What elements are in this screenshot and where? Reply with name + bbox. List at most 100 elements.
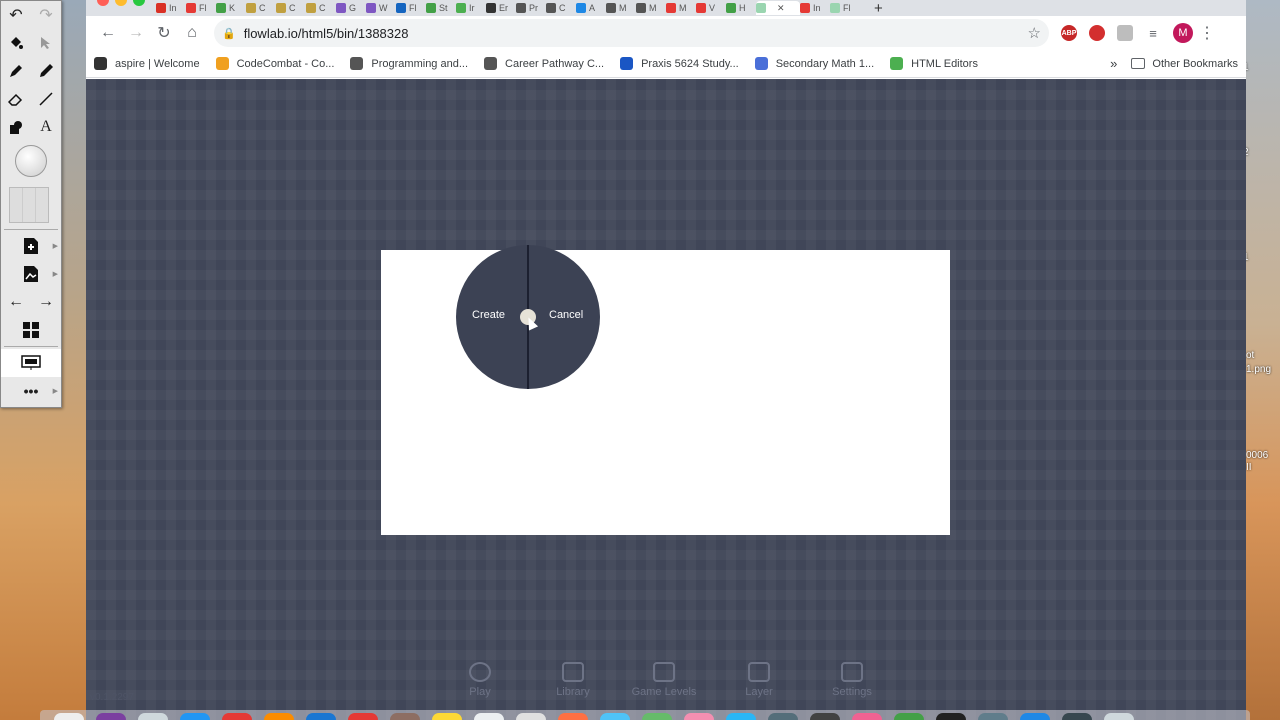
pattern-swatches[interactable] (9, 187, 49, 223)
browser-tab[interactable]: C (306, 1, 336, 15)
browser-tab[interactable]: A (576, 1, 606, 15)
browser-tab[interactable]: V (696, 1, 726, 15)
menu-icon[interactable]: ⋮ (1193, 19, 1221, 47)
dock-app-icon[interactable] (54, 713, 84, 720)
more-tools-button[interactable]: ••• ▶ (1, 377, 61, 405)
avatar[interactable]: M (1173, 23, 1193, 43)
dock-app-icon[interactable] (810, 713, 840, 720)
browser-tab[interactable]: C (276, 1, 306, 15)
reload-icon[interactable]: ↻ (150, 19, 178, 47)
url-text[interactable]: flowlab.io/html5/bin/1388328 (244, 26, 409, 41)
back-icon[interactable]: ← (94, 19, 122, 47)
play-button[interactable]: Play (440, 662, 520, 698)
shield-extension-icon[interactable] (1089, 25, 1105, 41)
dock-app-icon[interactable] (222, 713, 252, 720)
browser-tab[interactable]: Ir (456, 1, 486, 15)
browser-tab[interactable]: M (636, 1, 666, 15)
dock-app-icon[interactable] (600, 713, 630, 720)
adblock-extension-icon[interactable]: ABP (1061, 25, 1077, 41)
settings-button[interactable]: Settings (812, 662, 892, 698)
create-button[interactable]: Create (472, 309, 505, 321)
browser-tab[interactable]: Fl (396, 1, 426, 15)
dock-app-icon[interactable] (138, 713, 168, 720)
dock-app-icon[interactable] (96, 713, 126, 720)
dock-app-icon[interactable] (936, 713, 966, 720)
pencil-icon[interactable] (4, 59, 28, 83)
layer-button[interactable]: Layer (719, 662, 799, 698)
close-tab-icon[interactable]: ✕ (777, 3, 785, 14)
forward-icon[interactable]: → (122, 19, 150, 47)
grid-extension-icon[interactable] (1117, 25, 1133, 41)
browser-tab[interactable]: K (216, 1, 246, 15)
browser-tab[interactable]: Fl (830, 1, 860, 15)
address-bar[interactable]: 🔒 flowlab.io/html5/bin/1388328 ☆ (214, 19, 1049, 47)
dock-app-icon[interactable] (852, 713, 882, 720)
cancel-button[interactable]: Cancel (549, 309, 583, 321)
browser-tab[interactable]: Er (486, 1, 516, 15)
bookmark-item[interactable]: HTML Editors (890, 57, 978, 70)
undo-icon[interactable]: ↶ (4, 3, 28, 27)
new-sprite-button[interactable]: ▶ (1, 232, 61, 260)
bookmark-star-icon[interactable]: ☆ (1028, 24, 1041, 42)
browser-tab[interactable]: In (800, 1, 830, 15)
desktop-file-label[interactable]: ot (1246, 350, 1254, 361)
dock-app-icon[interactable] (306, 713, 336, 720)
browser-tab[interactable]: M (606, 1, 636, 15)
dock-app-icon[interactable] (390, 713, 420, 720)
browser-tab[interactable]: M (666, 1, 696, 15)
desktop-file-label[interactable]: 1.png (1246, 364, 1271, 375)
shape-tool-icon[interactable] (4, 115, 28, 139)
dock-app-icon[interactable] (516, 713, 546, 720)
dock-app-icon[interactable] (642, 713, 672, 720)
dock-app-icon[interactable] (432, 713, 462, 720)
dock-app-icon[interactable] (1062, 713, 1092, 720)
import-image-button[interactable]: ▶ (1, 260, 61, 288)
bookmark-item[interactable]: aspire | Welcome (94, 57, 200, 70)
dock-app-icon[interactable] (558, 713, 588, 720)
media-icon[interactable]: ≡ (1145, 25, 1161, 41)
fill-bucket-icon[interactable] (4, 31, 28, 55)
brush-icon[interactable] (34, 59, 58, 83)
desktop-file-label[interactable]: II (1246, 462, 1252, 473)
browser-tab[interactable]: C (546, 1, 576, 15)
grid-view-button[interactable] (1, 316, 61, 344)
dock-app-icon[interactable] (768, 713, 798, 720)
home-icon[interactable]: ⌂ (178, 19, 206, 47)
bookmarks-overflow-icon[interactable]: » (1110, 56, 1117, 71)
dock-app-icon[interactable] (978, 713, 1008, 720)
browser-tab[interactable]: H (726, 1, 756, 15)
library-button[interactable]: Library (533, 662, 613, 698)
dock-app-icon[interactable] (180, 713, 210, 720)
select-arrow-icon[interactable] (34, 31, 58, 55)
desktop-file-label[interactable]: 0006 (1246, 450, 1268, 461)
browser-tab[interactable]: G (336, 1, 366, 15)
redo-icon[interactable]: ↷ (34, 3, 58, 27)
browser-tab[interactable]: In (156, 1, 186, 15)
browser-tab[interactable]: St (426, 1, 456, 15)
other-bookmarks[interactable]: Other Bookmarks (1131, 58, 1238, 70)
screen-view-button[interactable] (1, 349, 61, 377)
browser-tab[interactable]: ✕ (756, 1, 800, 15)
browser-tab[interactable]: Pr (516, 1, 546, 15)
bookmark-item[interactable]: Secondary Math 1... (754, 57, 874, 70)
dock-app-icon[interactable] (894, 713, 924, 720)
browser-tab[interactable]: C (246, 1, 276, 15)
dock-app-icon[interactable] (264, 713, 294, 720)
arrow-left-icon[interactable]: ← (4, 290, 28, 314)
new-tab-icon[interactable]: + (874, 0, 883, 16)
dock-app-icon[interactable] (684, 713, 714, 720)
dock-app-icon[interactable] (348, 713, 378, 720)
dock-app-icon[interactable] (726, 713, 756, 720)
dock-app-icon[interactable] (474, 713, 504, 720)
bookmark-item[interactable]: Praxis 5624 Study... (620, 57, 739, 70)
bookmark-item[interactable]: Programming and... (350, 57, 468, 70)
browser-tab[interactable]: Fl (186, 1, 216, 15)
line-tool-icon[interactable] (34, 87, 58, 111)
color-picker-icon[interactable] (15, 145, 47, 177)
dock-app-icon[interactable] (1020, 713, 1050, 720)
browser-tab[interactable]: W (366, 1, 396, 15)
text-tool-icon[interactable]: A (34, 115, 58, 139)
arrow-right-icon[interactable]: → (34, 290, 58, 314)
eraser-icon[interactable] (4, 87, 28, 111)
bookmark-item[interactable]: CodeCombat - Co... (215, 57, 334, 70)
